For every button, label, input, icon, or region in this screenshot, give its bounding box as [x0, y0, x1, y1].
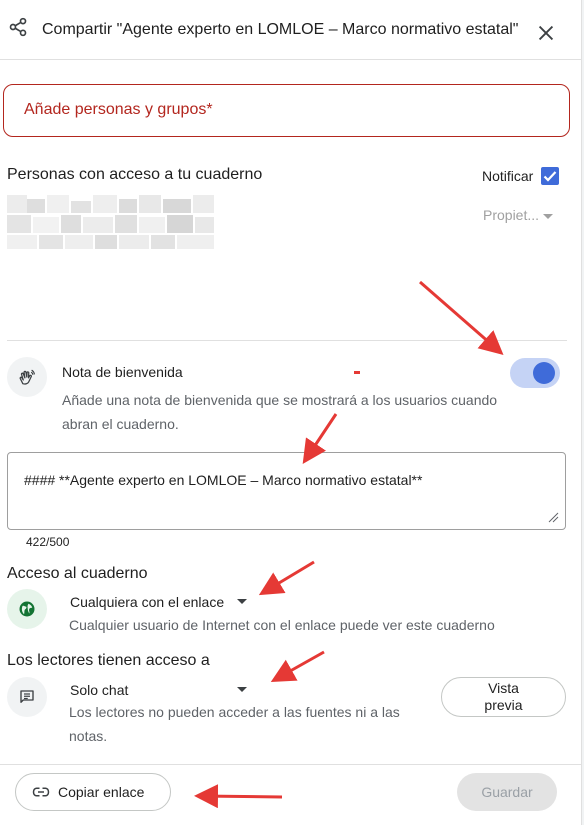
people-divider	[7, 340, 567, 341]
waving-hand-icon	[19, 369, 35, 385]
caret-down-icon[interactable]	[237, 687, 247, 692]
save-button[interactable]: Guardar	[457, 773, 557, 811]
dialog-header: Compartir "Agente experto en LOMLOE – Ma…	[0, 0, 582, 60]
copy-link-label: Copiar enlace	[58, 784, 145, 800]
access-section-title: Acceso al cuaderno	[7, 565, 148, 582]
readers-option: Solo chat	[70, 682, 129, 698]
people-section-title: Personas con acceso a tu cuaderno	[7, 166, 263, 183]
close-icon[interactable]	[535, 22, 557, 44]
caret-down-icon	[543, 213, 554, 219]
resize-grip-icon[interactable]	[547, 511, 559, 523]
share-dialog: Compartir "Agente experto en LOMLOE – Ma…	[0, 0, 582, 825]
welcome-note-description: Añade una nota de bienvenida que se most…	[62, 392, 498, 432]
dialog-title: Compartir "Agente experto en LOMLOE – Ma…	[42, 21, 519, 38]
readers-icon-container	[7, 677, 47, 717]
welcome-note-textarea[interactable]: #### **Agente experto en LOMLOE – Marco …	[7, 452, 566, 530]
readers-dropdown[interactable]: Solo chat	[70, 682, 128, 698]
add-people-field[interactable]	[3, 84, 570, 137]
annotation-mark	[354, 371, 360, 374]
preview-button-label: Vista previa	[484, 680, 523, 713]
footer-divider	[0, 764, 582, 765]
globe-icon	[19, 601, 35, 617]
access-icon-container	[7, 589, 47, 629]
add-people-input[interactable]	[24, 101, 544, 119]
readers-section-title: Los lectores tienen acceso a	[7, 652, 210, 669]
char-counter: 422/500	[26, 535, 70, 549]
access-description: Cualquier usuario de Internet con el enl…	[69, 617, 495, 633]
preview-button[interactable]: Vista previa	[441, 677, 566, 717]
checkmark-icon	[543, 171, 557, 182]
caret-down-icon[interactable]	[237, 599, 247, 604]
header-divider	[0, 59, 582, 60]
welcome-note-text: #### **Agente experto en LOMLOE – Marco …	[24, 472, 423, 488]
welcome-note-title: Nota de bienvenida	[62, 364, 183, 380]
access-option: Cualquiera con el enlace	[70, 594, 225, 610]
person-entry-blurred	[7, 195, 214, 253]
access-dropdown[interactable]: Cualquiera con el enlace	[70, 594, 224, 610]
role-dropdown[interactable]: Propiet...	[483, 207, 554, 223]
share-icon	[9, 17, 27, 37]
copy-link-button[interactable]: Copiar enlace	[15, 773, 171, 811]
chat-icon	[20, 690, 34, 703]
welcome-note-toggle[interactable]	[510, 358, 560, 388]
link-icon	[32, 787, 50, 797]
role-label: Propiet...	[483, 207, 540, 223]
notify-checkbox[interactable]	[541, 167, 559, 185]
toggle-knob	[533, 362, 555, 384]
welcome-icon-container	[7, 357, 47, 397]
readers-description: Los lectores no pueden acceder a las fue…	[69, 704, 400, 744]
notify-label: Notificar	[482, 168, 534, 184]
